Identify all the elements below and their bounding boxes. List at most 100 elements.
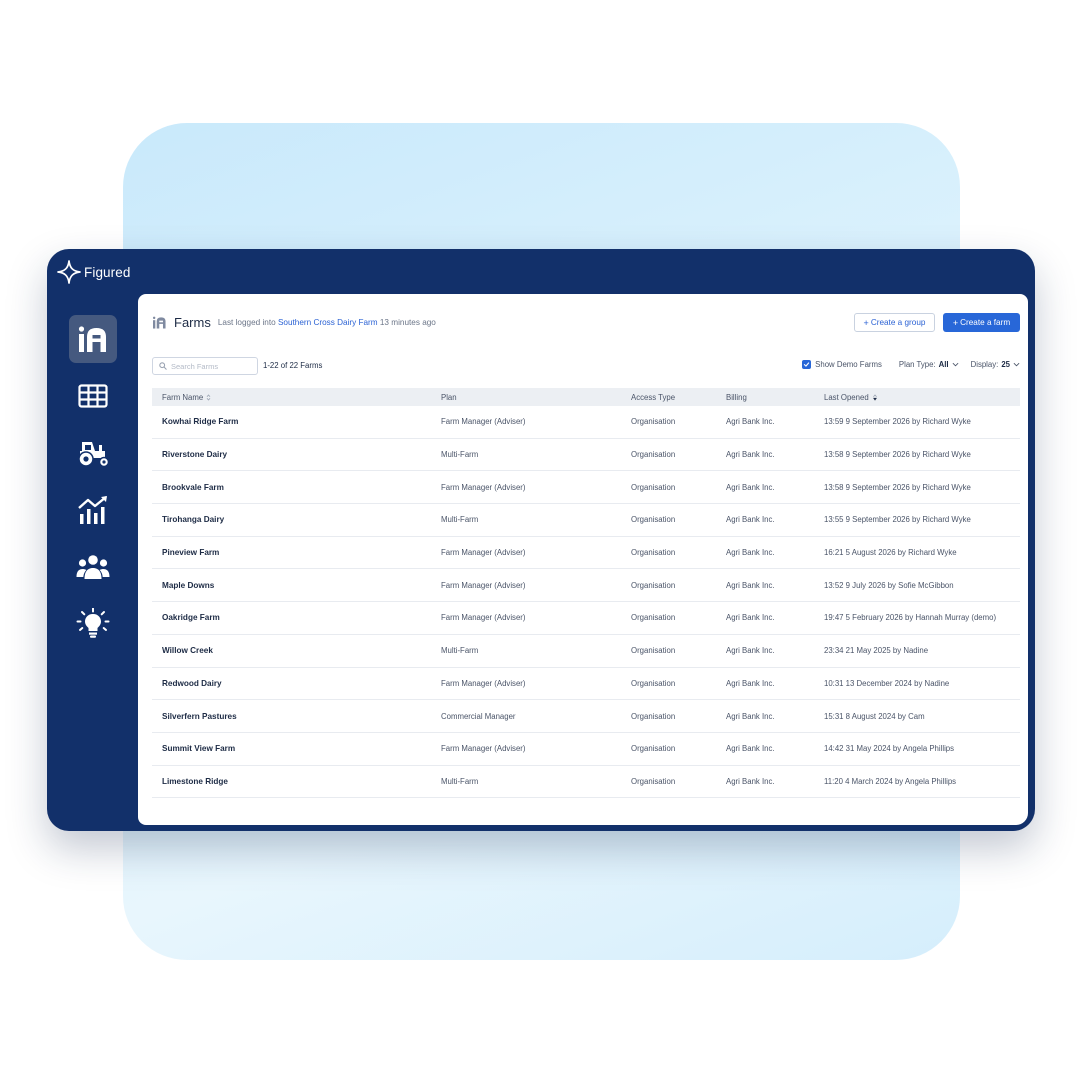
cell-farm-name[interactable]: Kowhai Ridge Farm [152,417,441,426]
check-icon [804,362,810,367]
sidebar-item-tractor[interactable] [69,429,117,477]
chevron-down-icon [952,362,959,367]
cell-last-opened: 19:47 5 February 2026 by Hannah Murray (… [824,613,997,623]
table-body: Kowhai Ridge Farm Farm Manager (Adviser)… [152,406,1020,799]
search-input[interactable] [171,361,253,371]
cell-billing: Agri Bank Inc. [726,548,775,558]
display-dropdown[interactable]: Display: 25 [971,360,1020,369]
sidebar-item-users[interactable] [69,543,117,591]
cell-farm-name[interactable]: Silverfern Pastures [152,712,441,721]
column-header-last-opened[interactable]: Last Opened [824,393,1020,402]
cell-farm-name[interactable]: Riverstone Dairy [152,450,441,459]
cell-plan: Farm Manager (Adviser) [441,482,526,492]
table-row[interactable]: Maple Downs Farm Manager (Adviser) Organ… [152,569,1020,603]
table-row[interactable]: Kowhai Ridge Farm Farm Manager (Adviser)… [152,406,1020,439]
search-icon [159,362,167,370]
cell-billing: Agri Bank Inc. [726,711,775,721]
cell-billing: Agri Bank Inc. [726,515,775,525]
farms-logo-icon [78,326,106,352]
column-header-access-type[interactable]: Access Type [631,393,726,402]
sidebar-item-grid[interactable] [69,372,117,420]
table-row[interactable]: Oakridge Farm Farm Manager (Adviser) Org… [152,602,1020,635]
create-group-button[interactable]: + Create a group [854,313,935,332]
table-row[interactable]: Willow Creek Multi-Farm Organisation Agr… [152,635,1020,668]
brand-name: Figured [84,264,131,280]
create-farm-button[interactable]: + Create a farm [943,313,1020,332]
cell-last-opened: 16:21 5 August 2026 by Richard Wyke [824,548,957,558]
page-header: Farms Last logged into Southern Cross Da… [152,315,436,330]
cell-farm-name[interactable]: Tirohanga Dairy [152,515,441,524]
cell-last-opened: 13:55 9 September 2026 by Richard Wyke [824,515,971,525]
column-header-plan[interactable]: Plan [441,393,631,402]
cell-plan: Farm Manager (Adviser) [441,417,526,427]
cell-last-opened: 13:58 9 September 2026 by Richard Wyke [824,482,971,492]
column-header-label: Last Opened [824,392,869,402]
cell-farm-name[interactable]: Oakridge Farm [152,613,441,622]
cell-last-opened: 15:31 8 August 2024 by Cam [824,711,925,721]
chevron-down-icon [1013,362,1020,367]
cell-access-type: Organisation [631,776,676,786]
chart-icon [78,496,107,524]
cell-farm-name[interactable]: Summit View Farm [152,744,441,753]
grid-icon [78,384,108,408]
create-group-label: Create a group [870,318,926,327]
cell-billing: Agri Bank Inc. [726,580,775,590]
tractor-icon [78,442,110,468]
last-login-time: 13 minutes ago [379,318,436,327]
cell-plan: Farm Manager (Adviser) [441,580,526,590]
sidebar-item-insights[interactable] [69,600,117,648]
table-row[interactable]: Summit View Farm Farm Manager (Adviser) … [152,733,1020,766]
show-demo-checkbox[interactable] [802,360,812,369]
cell-farm-name[interactable]: Limestone Ridge [152,777,441,786]
table-header: Farm Name Plan Access Type Billing Last [152,388,1020,406]
cell-last-opened: 10:31 13 December 2024 by Nadine [824,678,950,688]
cell-billing: Agri Bank Inc. [726,482,775,492]
sidebar-item-reports[interactable] [69,486,117,534]
cell-farm-name[interactable]: Maple Downs [152,581,441,590]
cell-access-type: Organisation [631,744,676,754]
cell-access-type: Organisation [631,450,676,460]
users-icon [76,555,110,579]
search-box[interactable] [152,357,258,375]
cell-farm-name[interactable]: Redwood Dairy [152,679,441,688]
sort-desc-icon [872,393,877,401]
farms-small-icon [152,316,166,329]
cell-plan: Farm Manager (Adviser) [441,548,526,558]
table-row[interactable]: Redwood Dairy Farm Manager (Adviser) Org… [152,668,1020,701]
table-row[interactable]: Brookvale Farm Farm Manager (Adviser) Or… [152,471,1020,505]
column-header-label: Access Type [631,392,676,402]
plan-type-value: All [938,360,949,369]
cell-plan: Multi-Farm [441,646,479,656]
cell-last-opened: 13:52 9 July 2026 by Sofie McGibbon [824,580,954,590]
plan-type-label: Plan Type: [898,360,936,369]
table-row[interactable]: Pineview Farm Farm Manager (Adviser) Org… [152,537,1020,570]
cell-farm-name[interactable]: Brookvale Farm [152,483,441,492]
brand-logo[interactable]: Figured [57,260,130,284]
cell-last-opened: 11:20 4 March 2024 by Angela Phillips [824,776,957,786]
cell-plan: Multi-Farm [441,515,479,525]
column-header-farm-name[interactable]: Farm Name [152,393,441,402]
toolbar: 1-22 of 22 Farms Show Demo Farms Plan Ty… [152,357,1020,375]
cell-billing: Agri Bank Inc. [726,744,775,754]
sidebar-item-farms[interactable] [69,315,117,363]
cell-access-type: Organisation [631,482,676,492]
table-row[interactable]: Silverfern Pastures Commercial Manager O… [152,700,1020,733]
column-header-billing[interactable]: Billing [726,393,824,402]
farms-table: Farm Name Plan Access Type Billing Last [152,388,1020,799]
cell-plan: Farm Manager (Adviser) [441,744,526,754]
table-row[interactable]: Tirohanga Dairy Multi-Farm Organisation … [152,504,1020,537]
plan-type-dropdown[interactable]: Plan Type: All [899,360,959,369]
show-demo-toggle[interactable]: Show Demo Farms [802,360,882,369]
cell-farm-name[interactable]: Pineview Farm [152,548,441,557]
display-label: Display: [970,360,999,369]
cell-farm-name[interactable]: Willow Creek [152,646,441,655]
plus-icon: + [952,317,959,328]
main-panel: Farms Last logged into Southern Cross Da… [138,294,1028,825]
column-header-label: Billing [726,392,747,402]
cell-access-type: Organisation [631,646,676,656]
show-demo-label: Show Demo Farms [815,360,882,369]
table-row[interactable]: Riverstone Dairy Multi-Farm Organisation… [152,439,1020,472]
last-login-farm-link[interactable]: Southern Cross Dairy Farm [278,318,378,327]
cell-access-type: Organisation [631,580,676,590]
table-row[interactable]: Limestone Ridge Multi-Farm Organisation … [152,766,1020,799]
